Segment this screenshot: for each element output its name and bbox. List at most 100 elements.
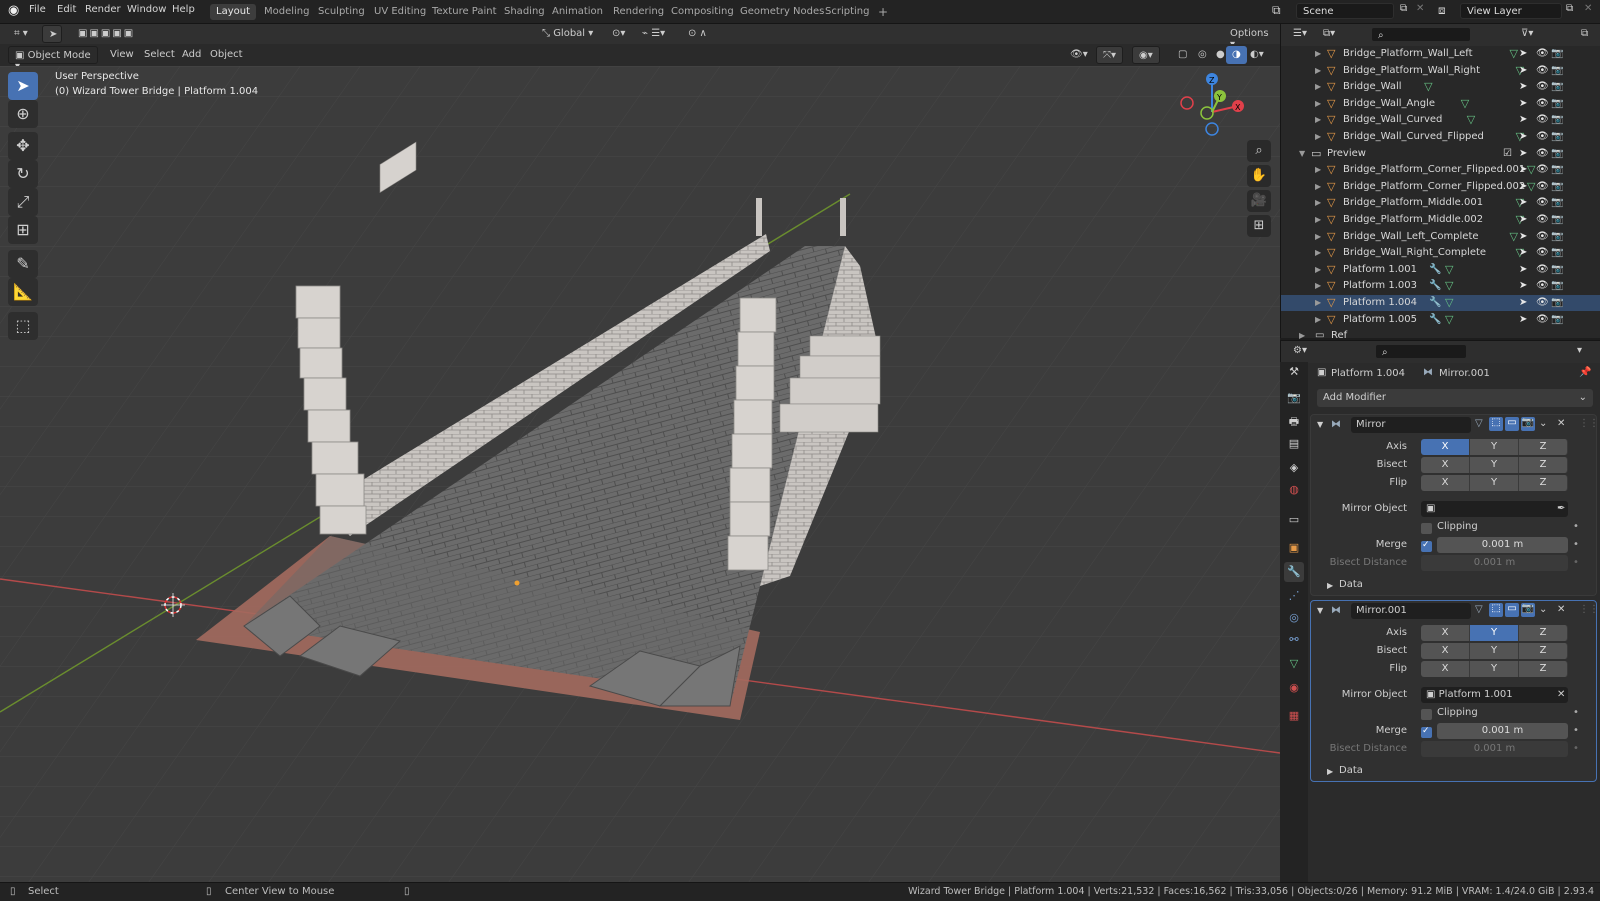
render-camera-icon[interactable]: 📷 xyxy=(1551,295,1563,311)
visibility-eye-icon[interactable]: 👁 xyxy=(1536,245,1549,261)
flip-x-toggle[interactable]: X xyxy=(1421,475,1470,491)
flip-z-toggle[interactable]: Z xyxy=(1519,661,1568,677)
close-icon[interactable]: ✕ xyxy=(1557,418,1565,429)
outliner-editor-icon[interactable]: ☰▾ xyxy=(1293,28,1307,39)
tab-modeling[interactable]: Modeling xyxy=(258,4,316,20)
transform-tool-icon[interactable]: ⊞ xyxy=(8,216,38,244)
expand-icon[interactable]: ▶ xyxy=(1315,96,1321,112)
bisect-y-toggle[interactable]: Y xyxy=(1470,457,1519,473)
new-collection-icon[interactable]: ⧉ xyxy=(1581,28,1588,39)
outliner-row[interactable]: ▶ ▽ Platform 1.005 🔧 ▽ ➤ 👁 📷 xyxy=(1281,312,1600,328)
outliner-row[interactable]: ▶ ▽ Bridge_Wall_Curved_Flipped ▽ ➤ 👁 📷 xyxy=(1281,129,1600,145)
select-toggle-icon[interactable]: ➤ xyxy=(1519,46,1527,62)
select-toggle-icon[interactable]: ➤ xyxy=(1519,129,1527,145)
collapse-icon[interactable]: ▼ xyxy=(1317,606,1323,615)
select-toggle-icon[interactable]: ➤ xyxy=(1519,312,1527,328)
proportional-edit-icon[interactable]: ⊙ ∧ xyxy=(682,25,722,43)
outliner-row[interactable]: ▶ ▽ Bridge_Wall ▽ ➤ 👁 📷 xyxy=(1281,79,1600,95)
scene-tab-icon[interactable]: ◈ xyxy=(1284,458,1304,478)
drag-handle-icon[interactable]: ⋮⋮ xyxy=(1579,418,1599,429)
visibility-eye-icon[interactable]: 👁 xyxy=(1536,146,1549,162)
menu-object[interactable]: Object xyxy=(204,46,249,64)
mesh-data-icon[interactable]: ▽ xyxy=(1445,278,1453,294)
modifier-name-field[interactable]: Mirror xyxy=(1351,417,1471,433)
scene-field[interactable]: Scene xyxy=(1296,3,1394,19)
collapse-icon[interactable]: ▼ xyxy=(1299,146,1305,162)
menu-window[interactable]: Window xyxy=(127,4,166,15)
modifier-icon[interactable]: 🔧 xyxy=(1429,312,1441,328)
expand-icon[interactable]: ▶ xyxy=(1315,295,1321,311)
render-camera-icon[interactable]: 📷 xyxy=(1551,162,1563,178)
tab-shading[interactable]: Shading xyxy=(498,4,551,20)
transform-orientation-dropdown[interactable]: ⤡ Global ▾ xyxy=(536,25,602,43)
collapse-icon[interactable]: ▼ xyxy=(1317,420,1323,429)
menu-edit[interactable]: Edit xyxy=(57,4,76,15)
outliner-row[interactable]: ▶ ▽ Bridge_Platform_Middle.001 ▽ ➤ 👁 📷 xyxy=(1281,195,1600,211)
select-toggle-icon[interactable]: ➤ xyxy=(1519,96,1527,112)
render-toggle-icon[interactable]: 📷 xyxy=(1521,417,1535,431)
outliner-row[interactable]: ▶ ▽ Platform 1.003 🔧 ▽ ➤ 👁 📷 xyxy=(1281,278,1600,294)
realtime-toggle-icon[interactable]: ▭ xyxy=(1505,417,1519,431)
render-camera-icon[interactable]: 📷 xyxy=(1551,146,1563,162)
merge-checkbox[interactable] xyxy=(1421,540,1432,552)
keyframe-dot-icon[interactable]: • xyxy=(1573,725,1579,736)
flip-y-toggle[interactable]: Y xyxy=(1470,475,1519,491)
clear-icon[interactable]: ✕ xyxy=(1557,689,1565,700)
outliner-row[interactable]: ▶ ▽ Bridge_Platform_Wall_Left ▽ ➤ 👁 📷 xyxy=(1281,46,1600,62)
properties-options-icon[interactable]: ▾ xyxy=(1577,345,1582,356)
modifier-name-field[interactable]: Mirror.001 xyxy=(1351,603,1471,619)
axis-y-toggle[interactable]: Y xyxy=(1470,439,1519,455)
keyframe-dot-icon[interactable]: • xyxy=(1573,539,1579,550)
rotate-tool-icon[interactable]: ↻ xyxy=(8,160,38,188)
modifier-tab-icon[interactable]: 🔧 xyxy=(1284,562,1304,582)
edit-cage-icon[interactable]: ▽ xyxy=(1475,604,1483,615)
expand-icon[interactable]: ▶ xyxy=(1315,195,1321,211)
bisect-y-toggle[interactable]: Y xyxy=(1470,643,1519,659)
expand-icon[interactable]: ▶ xyxy=(1327,767,1333,776)
expand-icon[interactable]: ▶ xyxy=(1315,312,1321,328)
move-tool-icon[interactable]: ✥ xyxy=(8,132,38,160)
data-subpanel-label[interactable]: Data xyxy=(1339,579,1363,590)
flip-y-toggle[interactable]: Y xyxy=(1470,661,1519,677)
mesh-data-icon[interactable]: ▽ xyxy=(1424,79,1432,95)
keyframe-dot-icon[interactable]: • xyxy=(1573,707,1579,718)
axis-y-toggle[interactable]: Y xyxy=(1470,625,1519,641)
view-layer-field[interactable]: View Layer xyxy=(1460,3,1562,19)
render-camera-icon[interactable]: 📷 xyxy=(1551,129,1563,145)
outliner-row[interactable]: ▶ ▽ Bridge_Platform_Corner_Flipped.002 ▽ ➤ 👁 📷 xyxy=(1281,179,1600,195)
editmode-toggle-icon[interactable]: ⬚ xyxy=(1489,603,1503,617)
mesh-data-icon[interactable]: ▽ xyxy=(1467,112,1475,128)
render-toggle-icon[interactable]: 📷 xyxy=(1521,603,1535,617)
scale-tool-icon[interactable]: ⤢ xyxy=(8,188,38,216)
tab-compositing[interactable]: Compositing xyxy=(665,4,740,20)
render-camera-icon[interactable]: 📷 xyxy=(1551,46,1563,62)
filter-icon[interactable]: ⊽▾ xyxy=(1521,28,1533,39)
keyframe-dot-icon[interactable]: • xyxy=(1573,521,1579,532)
expand-icon[interactable]: ▶ xyxy=(1315,112,1321,128)
object-tab-icon[interactable]: ▣ xyxy=(1284,538,1304,558)
mesh-data-icon[interactable]: ▽ xyxy=(1445,312,1453,328)
visibility-icon[interactable]: 👁▾ xyxy=(1064,46,1094,64)
camera-icon[interactable]: 🎥 xyxy=(1247,190,1271,212)
tab-rendering[interactable]: Rendering xyxy=(607,4,670,20)
mesh-data-icon[interactable]: ▽ xyxy=(1445,295,1453,311)
select-toggle-icon[interactable]: ➤ xyxy=(1519,63,1527,79)
expand-icon[interactable]: ▶ xyxy=(1315,79,1321,95)
modifier-icon[interactable]: 🔧 xyxy=(1429,262,1441,278)
chevron-down-icon[interactable]: ⌄ xyxy=(1539,418,1547,429)
render-camera-icon[interactable]: 📷 xyxy=(1551,79,1563,95)
shading-rendered-icon[interactable]: ◐▾ xyxy=(1244,46,1270,64)
new-view-layer-icon[interactable]: ⧉ xyxy=(1566,3,1573,14)
select-toggle-icon[interactable]: ➤ xyxy=(1519,278,1527,294)
flip-z-toggle[interactable]: Z xyxy=(1519,475,1568,491)
pan-hand-icon[interactable]: ✋ xyxy=(1247,165,1271,187)
axis-z-toggle[interactable]: Z xyxy=(1519,439,1568,455)
editmode-toggle-icon[interactable]: ⬚ xyxy=(1489,417,1503,431)
properties-search[interactable]: ⌕ xyxy=(1375,344,1467,359)
expand-icon[interactable]: ▶ xyxy=(1315,245,1321,261)
render-camera-icon[interactable]: 📷 xyxy=(1551,63,1563,79)
bisect-z-toggle[interactable]: Z xyxy=(1519,643,1568,659)
menu-select[interactable]: Select xyxy=(138,46,181,64)
blender-logo-icon[interactable]: ◉ xyxy=(8,3,19,18)
viewport-scene[interactable]: Z X Y xyxy=(0,66,1280,882)
